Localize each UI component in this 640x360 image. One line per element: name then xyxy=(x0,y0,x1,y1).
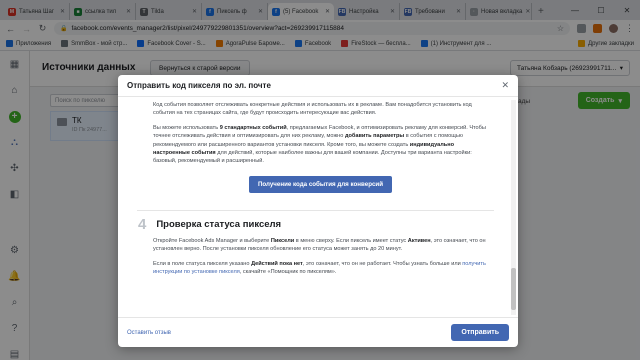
event-code-paragraph: Код события позволяет отслеживать конкре… xyxy=(153,102,472,117)
dialog-footer: Оставить отзыв Отправить xyxy=(118,317,518,347)
step-title: Проверка статуса пикселя xyxy=(156,218,282,230)
step-header: 4 Проверка статуса пикселя xyxy=(138,216,488,233)
step-divider xyxy=(137,209,494,211)
dialog-body: Код события позволяет отслеживать конкре… xyxy=(118,97,510,317)
scrollbar-thumb[interactable] xyxy=(511,268,516,310)
close-icon[interactable]: ✕ xyxy=(501,80,509,91)
standard-events-paragraph: Вы можете использовать 9 стандартных соб… xyxy=(153,124,486,165)
get-event-code-button[interactable]: Получение кода события для конверсий xyxy=(248,175,393,193)
ads-manager-paragraph: Откройте Facebook Ads Manager и выберите… xyxy=(153,237,486,253)
step-number: 4 xyxy=(138,215,147,233)
send-button[interactable]: Отправить xyxy=(451,324,509,341)
dialog-header: Отправить код пикселя по эл. почте ✕ xyxy=(118,75,518,97)
email-pixel-code-dialog: Отправить код пикселя по эл. почте ✕ Код… xyxy=(118,75,518,347)
dialog-scrollbar[interactable] xyxy=(511,100,516,315)
step-body: Откройте Facebook Ads Manager и выберите… xyxy=(153,237,488,277)
feedback-link[interactable]: Оставить отзыв xyxy=(127,330,171,336)
pixel-status-paragraph: Если в поле статуса пикселя указано Дейс… xyxy=(153,260,486,276)
cta-container: Получение кода события для конверсий xyxy=(153,175,488,193)
dialog-title: Отправить код пикселя по эл. почте xyxy=(127,81,271,90)
